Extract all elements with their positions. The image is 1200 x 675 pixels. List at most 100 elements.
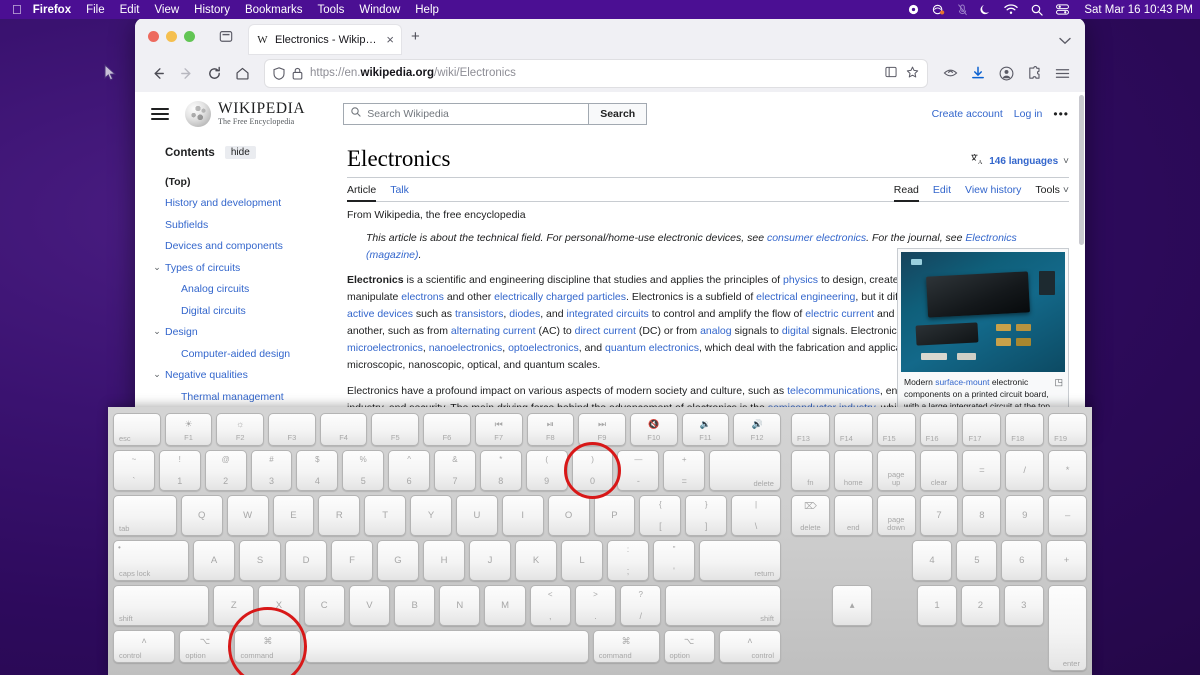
key-f5[interactable]: F5: [371, 413, 420, 446]
menu-item-file[interactable]: File: [86, 4, 105, 16]
key-9[interactable]: (9: [525, 450, 568, 491]
wiki-link[interactable]: electrically charged particles: [494, 291, 626, 303]
log-in-link[interactable]: Log in: [1014, 108, 1043, 120]
key-q[interactable]: Q: [180, 495, 223, 536]
key-8[interactable]: 8: [962, 495, 1002, 536]
menu-item-history[interactable]: History: [194, 4, 230, 16]
list-all-tabs-icon[interactable]: [1059, 32, 1071, 50]
page-scrollbar[interactable]: [1079, 95, 1084, 245]
key-w[interactable]: W: [226, 495, 269, 536]
key-[interactable]: }]: [685, 495, 728, 536]
key-esc[interactable]: esc: [113, 413, 161, 446]
extensions-icon[interactable]: [1021, 60, 1047, 86]
key-5[interactable]: 5: [956, 540, 998, 581]
key-3[interactable]: #3: [250, 450, 293, 491]
wikipedia-logo[interactable]: WIKIPEDIA The Free Encyclopedia: [185, 100, 305, 127]
view-history[interactable]: View history: [965, 184, 1021, 196]
key-[interactable]: — -: [617, 450, 660, 491]
wiki-link[interactable]: telecommunications: [787, 385, 880, 397]
key-shift[interactable]: shift: [665, 585, 782, 626]
key-clear[interactable]: clear: [919, 450, 959, 491]
wiki-link[interactable]: surface-mount: [935, 377, 989, 387]
wiki-link[interactable]: alternating current: [451, 325, 536, 337]
apple-menu-icon[interactable]: : [12, 3, 22, 16]
expand-icon[interactable]: ◳: [1054, 376, 1063, 389]
key-f2[interactable]: ☼ F2: [216, 413, 265, 446]
key-return[interactable]: return: [699, 540, 781, 581]
close-tab-icon[interactable]: ×: [386, 33, 394, 46]
key-caps-lock[interactable]: • caps lock: [113, 540, 189, 581]
view-read[interactable]: Read: [893, 184, 920, 203]
key-home[interactable]: home: [833, 450, 873, 491]
bookmarks-sidebar-icon[interactable]: [885, 66, 897, 81]
new-tab-button[interactable]: +: [411, 29, 420, 44]
key-f8[interactable]: ⏯ F8: [526, 413, 575, 446]
key-[interactable]: +: [1046, 540, 1088, 581]
downloads-icon[interactable]: [965, 60, 991, 86]
key-page-down[interactable]: page down: [876, 495, 916, 536]
hamburger-icon[interactable]: [151, 107, 169, 120]
create-account-link[interactable]: Create account: [932, 108, 1003, 120]
minimize-window-button[interactable]: [166, 30, 177, 42]
key-f4[interactable]: F4: [319, 413, 368, 446]
key-f[interactable]: F: [331, 540, 373, 581]
key-[interactable]: | \: [731, 495, 781, 536]
control-center-icon[interactable]: [1056, 4, 1070, 15]
shield-icon[interactable]: [273, 66, 285, 80]
key-1[interactable]: 1: [917, 585, 957, 626]
toc-item[interactable]: Digital circuits: [151, 300, 323, 322]
circuit-board-image[interactable]: [901, 252, 1065, 372]
toc-item[interactable]: ⌄ Types of circuits: [151, 257, 323, 279]
forward-button[interactable]: [173, 60, 199, 86]
wifi-icon[interactable]: [1004, 4, 1019, 15]
key-i[interactable]: I: [501, 495, 544, 536]
wiki-link[interactable]: digital: [782, 325, 809, 337]
key-j[interactable]: J: [469, 540, 511, 581]
lock-icon[interactable]: [292, 67, 303, 80]
key-blank[interactable]: [305, 630, 589, 663]
tab-article[interactable]: Article: [347, 184, 377, 203]
key-4[interactable]: 4: [911, 540, 953, 581]
key-shift[interactable]: shift: [113, 585, 210, 626]
screen-share-icon[interactable]: [932, 4, 945, 15]
key-c[interactable]: C: [303, 585, 345, 626]
menu-item-view[interactable]: View: [154, 4, 179, 16]
key-option[interactable]: ⌥ option: [179, 630, 231, 663]
wiki-link[interactable]: nanoelectronics: [429, 342, 503, 354]
key-end[interactable]: end: [833, 495, 873, 536]
wiki-link[interactable]: diodes: [509, 308, 540, 320]
key-[interactable]: " ': [653, 540, 695, 581]
key-f10[interactable]: 🔇 F10: [629, 413, 678, 446]
toc-item[interactable]: (Top): [151, 171, 323, 193]
firefox-view-button[interactable]: [215, 25, 237, 47]
menu-item-window[interactable]: Window: [359, 4, 400, 16]
wiki-link[interactable]: microelectronics: [347, 342, 423, 354]
key-f18[interactable]: F18: [1005, 413, 1045, 446]
language-selector[interactable]: A 146 languages ˅: [971, 154, 1069, 171]
more-options-icon[interactable]: •••: [1053, 107, 1069, 121]
back-button[interactable]: [145, 60, 171, 86]
key-7[interactable]: 7: [919, 495, 959, 536]
key-a[interactable]: A: [193, 540, 235, 581]
key-[interactable]: + =: [663, 450, 706, 491]
key-0[interactable]: ) 0: [571, 450, 614, 491]
key-8[interactable]: * 8: [479, 450, 522, 491]
key-enter[interactable]: enter: [1047, 585, 1087, 671]
key-4[interactable]: $4: [296, 450, 339, 491]
do-not-disturb-icon[interactable]: [980, 4, 991, 16]
key-g[interactable]: G: [377, 540, 419, 581]
reload-button[interactable]: [201, 60, 227, 86]
key-s[interactable]: S: [239, 540, 281, 581]
key-p[interactable]: P: [593, 495, 636, 536]
view-tools[interactable]: Tools ˅: [1035, 184, 1069, 196]
key-[interactable]: ? /: [620, 585, 662, 626]
key-v[interactable]: V: [348, 585, 390, 626]
key-m[interactable]: M: [484, 585, 526, 626]
app-menu-icon[interactable]: [1049, 60, 1075, 86]
key-z[interactable]: Z: [213, 585, 255, 626]
browser-tab[interactable]: W Electronics - Wikipedia ×: [249, 25, 401, 54]
toc-item[interactable]: Devices and components: [151, 236, 323, 258]
wiki-link[interactable]: physics: [783, 274, 818, 286]
key-control[interactable]: ˄ control: [113, 630, 176, 663]
key-6[interactable]: ^ 6: [388, 450, 431, 491]
